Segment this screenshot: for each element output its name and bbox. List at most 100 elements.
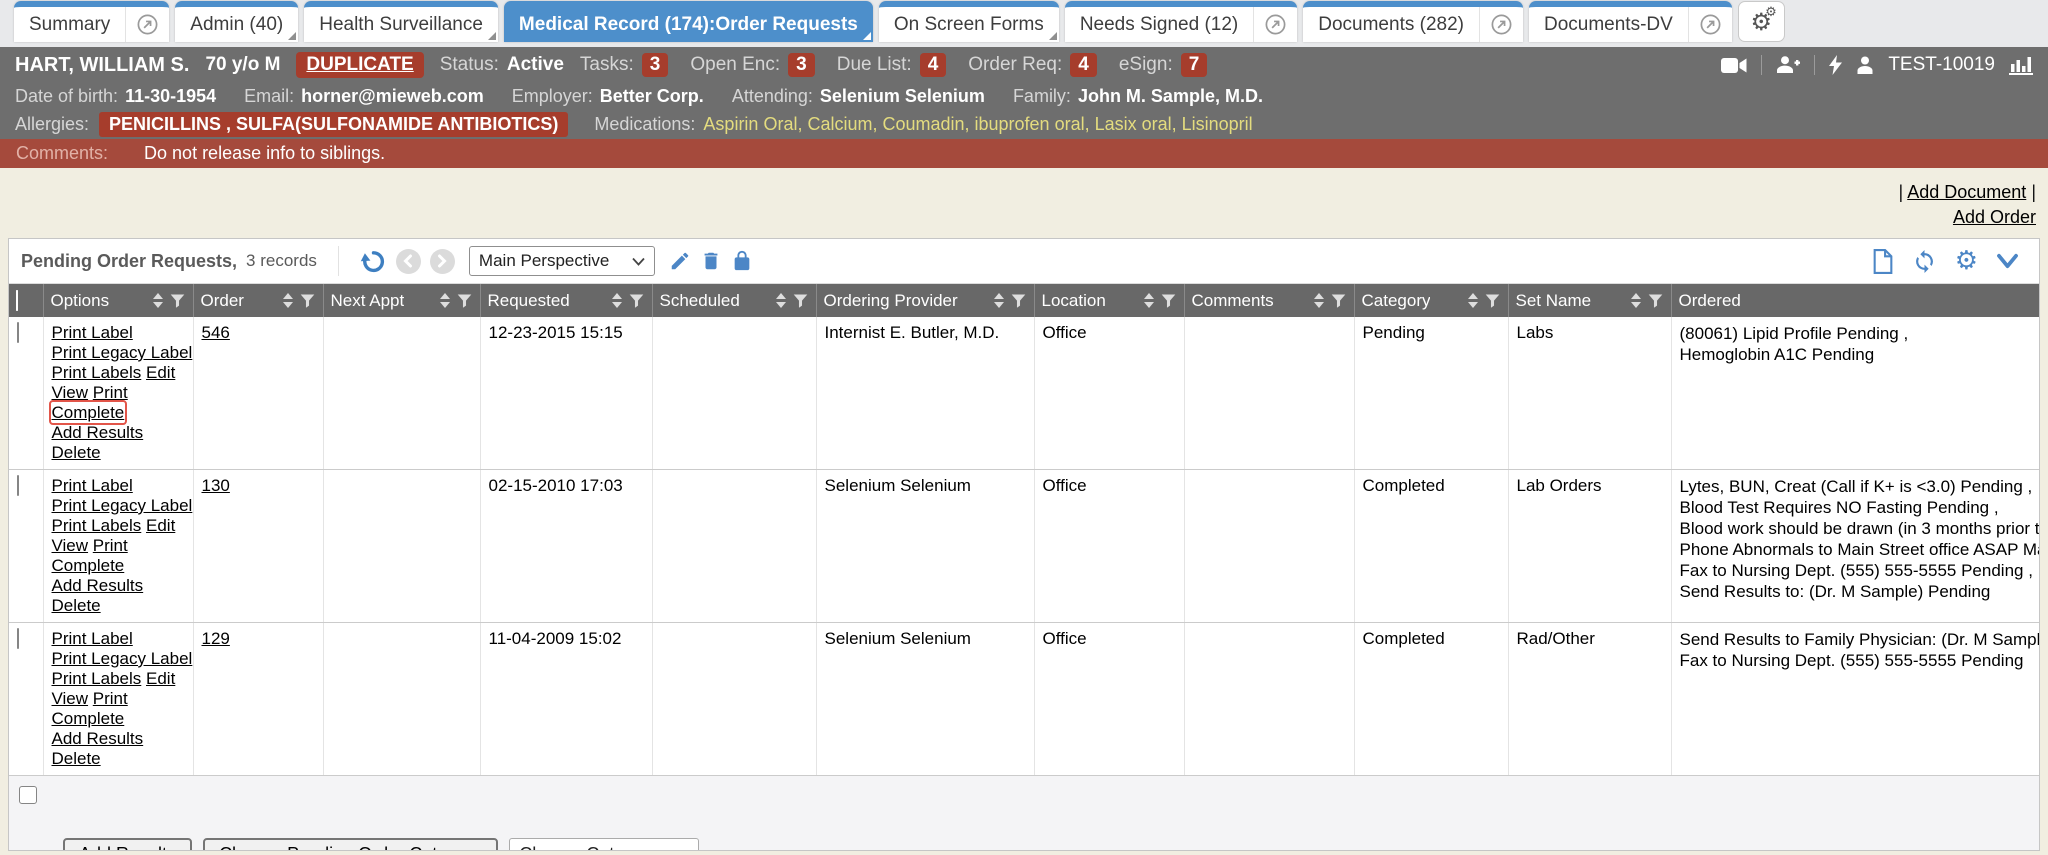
tab-medical-record-174-order-requests[interactable]: Medical Record (174):Order Requests (504, 1, 873, 42)
medications-list[interactable]: Aspirin Oral, Calcium, Coumadin, ibuprof… (703, 114, 1252, 135)
next-perspective-button[interactable] (430, 249, 455, 274)
allergies-badge[interactable]: PENICILLINS , SULFA(SULFONAMIDE ANTIBIOT… (99, 112, 568, 137)
filter-icon[interactable] (1484, 292, 1501, 309)
add-document-link[interactable]: Add Document (1907, 182, 2026, 202)
option-link-view[interactable]: View (52, 689, 89, 708)
new-document-icon[interactable] (1872, 249, 1894, 274)
option-link-print-labels[interactable]: Print Labels (52, 516, 142, 535)
external-link-icon[interactable] (1479, 7, 1523, 42)
tab-documents-dv[interactable]: Documents-DV (1529, 1, 1732, 42)
option-link-delete[interactable]: Delete (52, 596, 101, 615)
option-link-edit[interactable]: Edit (146, 516, 175, 535)
sort-icon[interactable] (994, 293, 1004, 308)
external-link-icon[interactable] (1253, 7, 1297, 42)
lightning-bolt-icon[interactable] (1829, 55, 1842, 75)
filter-icon[interactable] (1647, 292, 1664, 309)
add-results-button[interactable]: Add Results (63, 838, 192, 851)
option-link-print-label[interactable]: Print Label (52, 629, 133, 648)
option-link-add-results[interactable]: Add Results (52, 576, 144, 595)
perspective-select[interactable]: Main Perspective (469, 246, 655, 276)
option-link-print-labels[interactable]: Print Labels (52, 669, 142, 688)
counter-badge[interactable]: 4 (920, 53, 947, 77)
sort-icon[interactable] (440, 293, 450, 308)
column-header-ordered[interactable]: Ordered (1671, 284, 2039, 317)
option-link-print-label[interactable]: Print Label (52, 476, 133, 495)
filter-icon[interactable] (1160, 292, 1177, 309)
column-header-scheduled[interactable]: Scheduled (652, 284, 816, 317)
delete-perspective-button[interactable] (700, 250, 722, 272)
row-checkbox[interactable] (17, 475, 19, 496)
edit-perspective-button[interactable] (669, 250, 691, 272)
gear-icon[interactable]: ⚙ (1955, 248, 1978, 274)
tab-health-surveillance[interactable]: Health Surveillance (304, 1, 498, 42)
tab-needs-signed-12[interactable]: Needs Signed (12) (1065, 1, 1297, 42)
column-header-category[interactable]: Category (1354, 284, 1508, 317)
tab-admin-40[interactable]: Admin (40) (175, 1, 298, 42)
sort-icon[interactable] (1468, 293, 1478, 308)
sort-icon[interactable] (612, 293, 622, 308)
order-number-link[interactable]: 130 (202, 476, 230, 495)
sort-icon[interactable] (776, 293, 786, 308)
sort-icon[interactable] (1144, 293, 1154, 308)
lock-perspective-button[interactable] (731, 250, 753, 272)
row-checkbox[interactable] (19, 786, 37, 804)
counter-badge[interactable]: 3 (642, 53, 669, 77)
sort-icon[interactable] (1631, 293, 1641, 308)
option-link-print[interactable]: Print (93, 536, 128, 555)
option-link-add-results[interactable]: Add Results (52, 423, 144, 442)
column-header-order[interactable]: Order (193, 284, 323, 317)
add-user-icon[interactable] (1776, 56, 1800, 74)
video-camera-icon[interactable] (1721, 57, 1747, 74)
option-link-edit[interactable]: Edit (146, 669, 175, 688)
row-checkbox[interactable] (17, 628, 19, 649)
option-link-complete[interactable]: Complete (52, 403, 125, 422)
column-header-comments[interactable]: Comments (1184, 284, 1354, 317)
column-header-location[interactable]: Location (1034, 284, 1184, 317)
option-link-print-legacy-label[interactable]: Print Legacy Label (52, 649, 193, 668)
bar-chart-icon[interactable] (2009, 55, 2033, 75)
option-link-print[interactable]: Print (93, 689, 128, 708)
option-link-delete[interactable]: Delete (52, 443, 101, 462)
tab-summary[interactable]: Summary (14, 1, 169, 42)
filter-icon[interactable] (1010, 292, 1027, 309)
row-checkbox[interactable] (17, 322, 19, 343)
option-link-complete[interactable]: Complete (52, 556, 125, 575)
counter-badge[interactable]: 4 (1070, 53, 1097, 77)
order-number-link[interactable]: 129 (202, 629, 230, 648)
sort-icon[interactable] (283, 293, 293, 308)
order-number-link[interactable]: 546 (202, 323, 230, 342)
sort-icon[interactable] (1314, 293, 1324, 308)
option-link-print-label[interactable]: Print Label (52, 323, 133, 342)
duplicate-badge[interactable]: DUPLICATE (296, 52, 423, 78)
option-link-edit[interactable]: Edit (146, 363, 175, 382)
counter-badge[interactable]: 7 (1181, 53, 1208, 77)
filter-icon[interactable] (628, 292, 645, 309)
option-link-print[interactable]: Print (93, 383, 128, 402)
collapse-panel-icon[interactable] (1996, 252, 2019, 270)
option-link-view[interactable]: View (52, 383, 89, 402)
option-link-print-legacy-label[interactable]: Print Legacy Label (52, 343, 193, 362)
add-order-link[interactable]: Add Order (1953, 207, 2036, 227)
external-link-icon[interactable] (1688, 7, 1732, 42)
option-link-complete[interactable]: Complete (52, 709, 125, 728)
option-link-add-results[interactable]: Add Results (52, 729, 144, 748)
column-header-options[interactable]: Options (43, 284, 193, 317)
select-all-checkbox[interactable] (16, 290, 18, 311)
option-link-print-legacy-label[interactable]: Print Legacy Label (52, 496, 193, 515)
filter-icon[interactable] (456, 292, 473, 309)
filter-icon[interactable] (1330, 292, 1347, 309)
filter-icon[interactable] (169, 292, 186, 309)
tab-on-screen-forms[interactable]: On Screen Forms (879, 1, 1059, 42)
column-header-set-name[interactable]: Set Name (1508, 284, 1671, 317)
sort-icon[interactable] (153, 293, 163, 308)
option-link-view[interactable]: View (52, 536, 89, 555)
option-link-print-labels[interactable]: Print Labels (52, 363, 142, 382)
filter-icon[interactable] (792, 292, 809, 309)
tab-documents-282[interactable]: Documents (282) (1303, 1, 1523, 42)
counter-badge[interactable]: 3 (788, 53, 815, 77)
user-icon[interactable] (1856, 56, 1874, 74)
refresh-icon[interactable] (1912, 249, 1937, 274)
column-header-ordering-provider[interactable]: Ordering Provider (816, 284, 1034, 317)
filter-icon[interactable] (299, 292, 316, 309)
prev-perspective-button[interactable] (396, 249, 421, 274)
